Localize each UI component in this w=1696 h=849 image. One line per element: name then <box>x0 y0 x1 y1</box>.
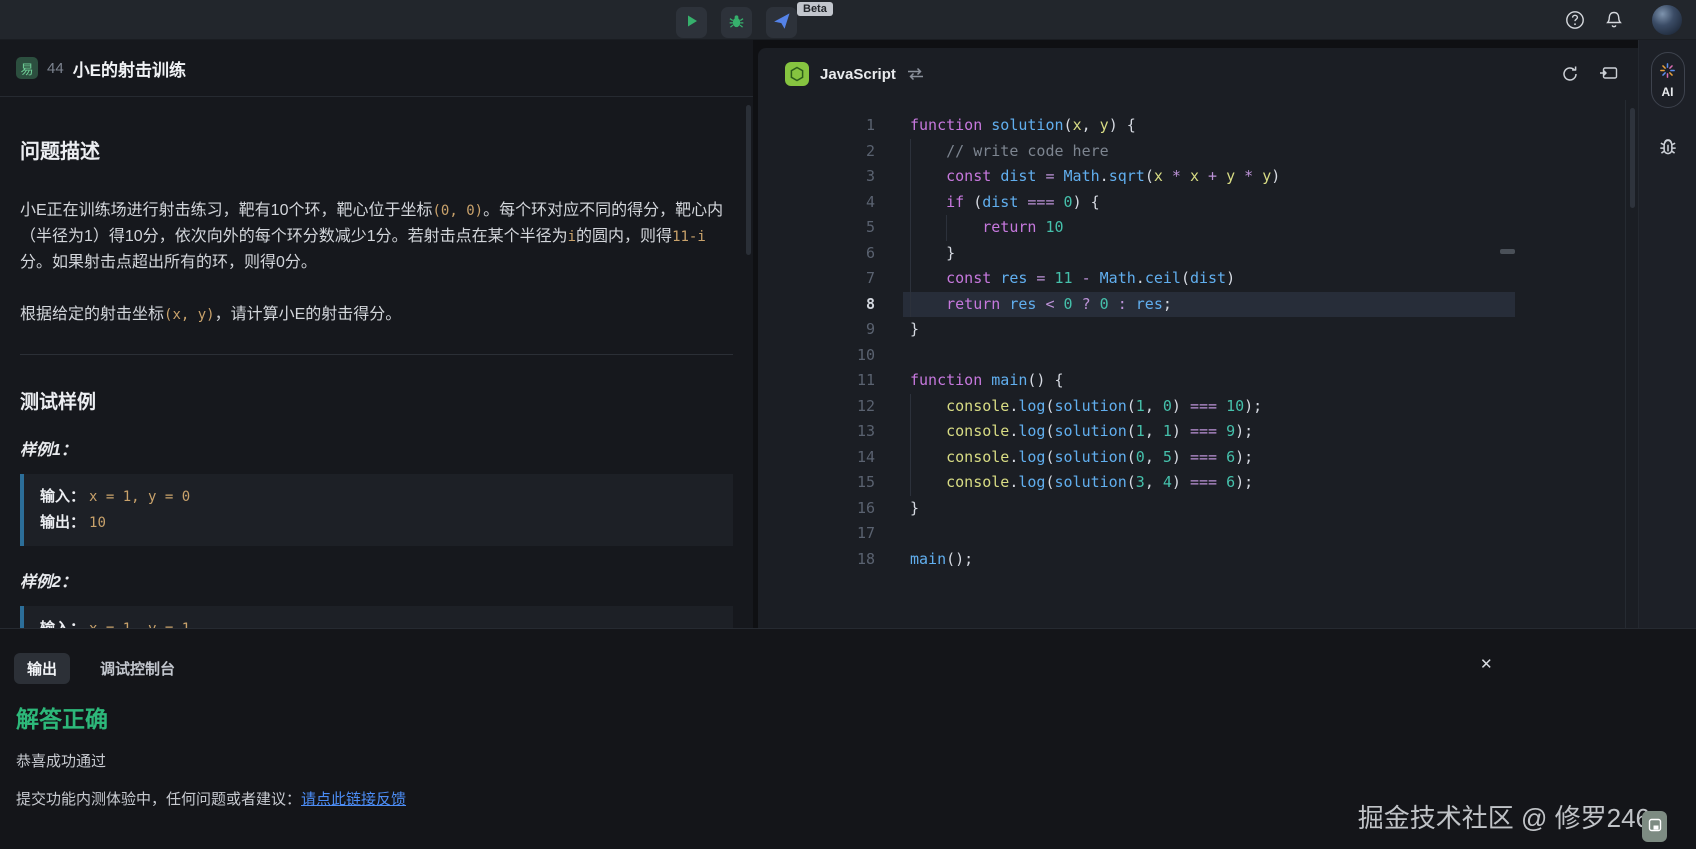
code-line[interactable]: 7 const res = 11 - Math.ceil(dist) <box>758 266 1638 292</box>
code-line[interactable]: 12 console.log(solution(1, 0) === 10); <box>758 394 1638 420</box>
code-line[interactable]: 16} <box>758 496 1638 522</box>
debug-run-button[interactable] <box>721 7 752 38</box>
line-number: 3 <box>758 164 875 190</box>
line-number: 11 <box>758 368 875 394</box>
watermark: 掘金技术社区 @ 修罗246 <box>1358 798 1650 835</box>
code-line[interactable]: 13 console.log(solution(1, 1) === 9); <box>758 419 1638 445</box>
line-number: 16 <box>758 496 875 522</box>
sample-label: 样例2： <box>20 568 733 592</box>
language-label: JavaScript <box>820 66 896 83</box>
problem-panel[interactable]: 易 44 小E的射击训练 问题描述 小E正在训练场进行射击练习，靶有10个环，靶… <box>0 40 753 628</box>
bug-icon <box>729 14 744 32</box>
line-number: 2 <box>758 139 875 165</box>
line-number: 17 <box>758 521 875 547</box>
submit-button[interactable] <box>766 7 797 38</box>
user-avatar[interactable] <box>1652 5 1682 35</box>
play-icon <box>685 14 699 31</box>
code-line[interactable]: 2 // write code here <box>758 139 1638 165</box>
description-paragraph: 根据给定的射击坐标(x, y)，请计算小E的射击得分。 <box>20 302 733 328</box>
samples-heading: 测试样例 <box>20 387 733 414</box>
problem-id: 44 <box>47 60 64 77</box>
line-number: 9 <box>758 317 875 343</box>
line-number: 6 <box>758 241 875 267</box>
line-number: 12 <box>758 394 875 420</box>
floating-widget-button[interactable] <box>1642 811 1667 842</box>
sample-block: 输入：x = 1, y = 0输出：10 <box>20 474 733 546</box>
problem-header: 易 44 小E的射击训练 <box>0 40 753 97</box>
editor-header: JavaScript <box>758 48 1638 100</box>
report-bug-icon[interactable] <box>1656 136 1680 158</box>
reset-code-icon[interactable] <box>1561 65 1579 83</box>
overview-ruler-marker <box>1500 249 1515 254</box>
problem-panel-scrollbar-thumb[interactable] <box>746 105 751 255</box>
code-line[interactable]: 8 return res < 0 ? 0 : res; <box>758 292 1638 318</box>
problem-content: 问题描述 小E正在训练场进行射击练习，靶有10个环，靶心位于坐标(0, 0)。每… <box>0 135 753 628</box>
close-icon[interactable]: ✕ <box>1480 655 1493 673</box>
difficulty-badge: 易 <box>16 57 38 79</box>
format-code-icon[interactable] <box>1599 66 1618 82</box>
line-number: 15 <box>758 470 875 496</box>
output-panel: 输出 调试控制台 ✕ 解答正确 恭喜成功通过 提交功能内测体验中，任何问题或者建… <box>0 628 1696 849</box>
sample-row: 输入：x = 1, y = 1 <box>40 616 717 628</box>
line-number: 14 <box>758 445 875 471</box>
run-button[interactable] <box>676 7 707 38</box>
ai-label: AI <box>1662 85 1674 99</box>
save-widget-icon <box>1648 818 1662 835</box>
feedback-link[interactable]: 请点此链接反馈 <box>301 791 406 808</box>
feedback-text: 提交功能内测体验中，任何问题或者建议： <box>16 791 301 808</box>
description-paragraphs: 小E正在训练场进行射击练习，靶有10个环，靶心位于坐标(0, 0)。每个环对应不… <box>20 198 733 328</box>
code-line[interactable]: 17 <box>758 521 1638 547</box>
code-line[interactable]: 11function main() { <box>758 368 1638 394</box>
line-number: 7 <box>758 266 875 292</box>
line-number: 4 <box>758 190 875 216</box>
bell-icon[interactable] <box>1603 9 1625 31</box>
code-line[interactable]: 15 console.log(solution(3, 4) === 6); <box>758 470 1638 496</box>
beta-badge: Beta <box>797 2 833 16</box>
sample-label: 样例1： <box>20 436 733 460</box>
line-number: 1 <box>758 113 875 139</box>
code-line[interactable]: 1function solution(x, y) { <box>758 113 1638 139</box>
code-line[interactable]: 4 if (dist === 0) { <box>758 190 1638 216</box>
editor-actions <box>1561 65 1618 83</box>
description-heading: 问题描述 <box>20 135 733 164</box>
code-line[interactable]: 5 return 10 <box>758 215 1638 241</box>
editor-scrollbar-track[interactable] <box>1625 100 1638 628</box>
line-number: 8 <box>758 292 875 318</box>
section-divider <box>20 354 733 355</box>
code-editor[interactable]: 1function solution(x, y) {2 // write cod… <box>758 100 1638 572</box>
code-line[interactable]: 14 console.log(solution(0, 5) === 6); <box>758 445 1638 471</box>
code-lines: 1function solution(x, y) {2 // write cod… <box>758 113 1638 572</box>
code-line[interactable]: 18main(); <box>758 547 1638 573</box>
ai-sparkle-icon <box>1659 62 1676 82</box>
result-message: 恭喜成功通过 <box>16 750 1696 771</box>
tab-output[interactable]: 输出 <box>14 653 70 684</box>
line-number: 13 <box>758 419 875 445</box>
output-tabs: 输出 调试控制台 ✕ <box>0 629 1696 684</box>
result-title: 解答正确 <box>16 700 1696 734</box>
right-rail: AI <box>1638 40 1696 628</box>
editor-panel: JavaScript 1function solution(x, y) {2 /… <box>758 48 1638 628</box>
topbar: Beta <box>0 0 1696 40</box>
nodejs-icon <box>785 62 809 86</box>
line-number: 10 <box>758 343 875 369</box>
sample-row: 输出：10 <box>40 510 717 536</box>
switch-language-icon[interactable] <box>907 67 924 81</box>
line-number: 18 <box>758 547 875 573</box>
ai-assistant-button[interactable]: AI <box>1651 52 1685 108</box>
tab-debug-console[interactable]: 调试控制台 <box>87 653 188 684</box>
paper-plane-icon <box>774 13 790 32</box>
code-line[interactable]: 10 <box>758 343 1638 369</box>
editor-scrollbar-thumb[interactable] <box>1630 108 1635 208</box>
sample-block: 输入：x = 1, y = 1输出： <box>20 606 733 628</box>
description-paragraph: 小E正在训练场进行射击练习，靶有10个环，靶心位于坐标(0, 0)。每个环对应不… <box>20 198 733 276</box>
sample-row: 输入：x = 1, y = 0 <box>40 484 717 510</box>
code-line[interactable]: 9} <box>758 317 1638 343</box>
code-line[interactable]: 3 const dist = Math.sqrt(x * x + y * y) <box>758 164 1638 190</box>
problem-title: 小E的射击训练 <box>73 56 186 81</box>
samples-list: 样例1： 输入：x = 1, y = 0输出：10 样例2： 输入：x = 1, y … <box>20 436 733 628</box>
help-icon[interactable] <box>1564 9 1586 31</box>
line-number: 5 <box>758 215 875 241</box>
app: { "topbar": { "beta_label": "Beta" }, "p… <box>0 0 1696 849</box>
